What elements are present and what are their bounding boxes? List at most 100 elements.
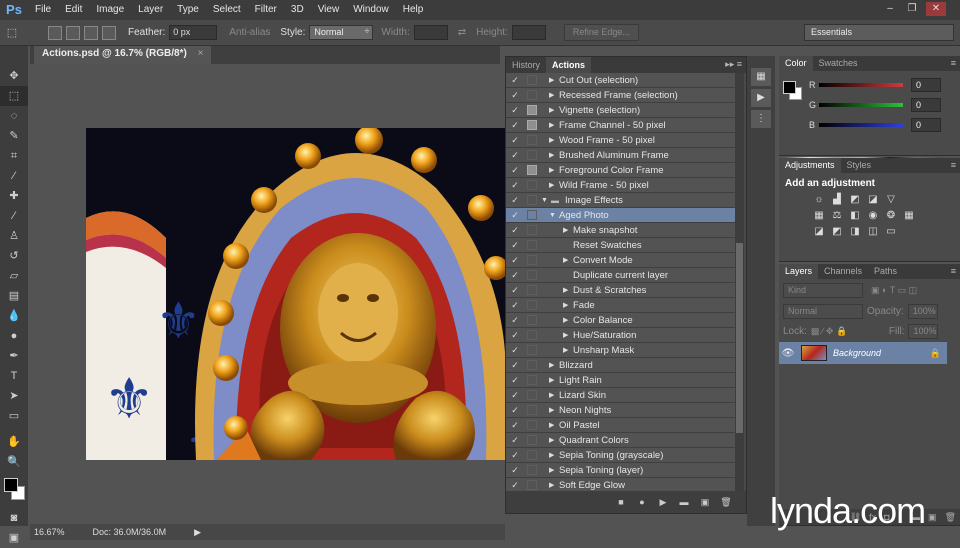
collapsed-triangle-icon[interactable]: ▶ [549,151,559,159]
action-row[interactable]: ✓ ▶ Recessed Frame (selection) [506,88,736,103]
menu-window[interactable]: Window [346,0,396,20]
new-layer-icon[interactable]: ▣ [928,512,937,523]
opacity-input[interactable]: 100% [907,303,938,319]
collapsed-triangle-icon[interactable]: ▶ [563,301,573,309]
dialog-toggle-icon[interactable] [527,360,537,370]
close-button[interactable]: ✕ [926,2,946,16]
filter-kind-select[interactable]: Kind [783,282,863,298]
exposure-icon[interactable]: ◪ [867,194,879,206]
menu-layer[interactable]: Layer [131,0,170,20]
play-icon[interactable]: ▶ [657,496,669,508]
style-select[interactable]: Normal [309,25,374,40]
eyedropper-tool-icon[interactable]: ⁄ [0,166,28,186]
collapsed-triangle-icon[interactable]: ▶ [549,166,559,174]
toggle-item-checkmark-icon[interactable]: ✓ [509,270,521,281]
selective-color-icon[interactable]: ▭ [885,226,897,238]
tab-styles[interactable]: Styles [841,158,878,173]
action-row[interactable]: ✓ ▶ Frame Channel - 50 pixel [506,118,736,133]
dialog-toggle-icon[interactable] [527,345,537,355]
dialog-toggle-icon[interactable] [527,465,537,475]
workspace-select[interactable]: Essentials [804,24,954,41]
dialog-toggle-icon[interactable] [527,255,537,265]
hand-tool-icon[interactable]: ✋ [0,432,28,452]
restore-button[interactable]: ❐ [902,2,922,16]
quick-mask-icon[interactable]: ◙ [0,508,28,528]
panel-menu-icon[interactable]: ▸▸ ≡ [725,59,742,70]
tab-actions[interactable]: Actions [546,57,592,73]
toggle-item-checkmark-icon[interactable]: ✓ [509,285,521,296]
collapsed-triangle-icon[interactable]: ▶ [563,331,573,339]
action-row[interactable]: ✓ ▶ Wood Frame - 50 pixel [506,133,736,148]
dialog-toggle-icon[interactable] [527,435,537,445]
brush-tool-icon[interactable]: ∕ [0,206,28,226]
type-tool-icon[interactable]: T [0,366,28,386]
action-row[interactable]: ✓ ▶ Convert Mode [506,253,736,268]
document-canvas[interactable]: ⚜ ⚜ ⚜ [86,128,506,460]
intersect-selection-icon[interactable] [102,25,116,40]
color-foreground-swatch[interactable] [783,81,796,94]
add-selection-icon[interactable] [66,25,80,40]
levels-icon[interactable]: ▟ [831,194,843,206]
dialog-toggle-icon[interactable] [527,420,537,430]
history-panel-icon[interactable]: ▦ [751,68,771,86]
rectangle-tool-icon[interactable]: ▭ [0,406,28,426]
toggle-item-checkmark-icon[interactable]: ✓ [509,195,521,206]
menu-filter[interactable]: Filter [248,0,284,20]
toggle-item-checkmark-icon[interactable]: ✓ [509,120,521,131]
toggle-item-checkmark-icon[interactable]: ✓ [509,315,521,326]
history-brush-tool-icon[interactable]: ↺ [0,246,28,266]
collapsed-triangle-icon[interactable]: ▶ [549,361,559,369]
marquee-tool-preset-icon[interactable]: ⬚ [0,23,24,43]
height-input[interactable] [511,25,546,40]
dialog-toggle-icon[interactable] [527,315,537,325]
zoom-tool-icon[interactable]: 🔍 [0,452,28,472]
tab-history[interactable]: History [506,57,546,73]
action-row[interactable]: ✓ ▶ Neon Nights [506,403,736,418]
gradient-tool-icon[interactable]: ▤ [0,286,28,306]
quick-selection-tool-icon[interactable]: ✎ [0,126,28,146]
collapsed-triangle-icon[interactable]: ▶ [563,226,573,234]
invert-icon[interactable]: ◪ [813,226,825,238]
toggle-item-checkmark-icon[interactable]: ✓ [509,300,521,311]
dialog-toggle-icon[interactable] [527,405,537,415]
action-row[interactable]: ✓ ▶ Make snapshot [506,223,736,238]
color-swatches[interactable] [0,472,28,508]
stop-icon[interactable]: ■ [615,496,627,508]
menu-edit[interactable]: Edit [58,0,89,20]
collapsed-triangle-icon[interactable]: ▶ [549,481,559,489]
tab-adjustments[interactable]: Adjustments [779,158,841,173]
action-row[interactable]: ✓ ▶ Sepia Toning (layer) [506,463,736,478]
toggle-item-checkmark-icon[interactable]: ✓ [509,225,521,236]
action-row[interactable]: ✓ ▶ Quadrant Colors [506,433,736,448]
layer-filter-icons[interactable]: ▣ ◐ T ▭ ◫ [871,285,917,296]
collapsed-triangle-icon[interactable]: ▶ [549,136,559,144]
status-menu-arrow-icon[interactable]: ▶ [194,527,201,538]
action-row[interactable]: ✓ ▶ Fade [506,298,736,313]
healing-brush-tool-icon[interactable]: ✚ [0,186,28,206]
black-white-icon[interactable]: ◧ [849,210,861,222]
action-row[interactable]: ✓ ▶ Vignette (selection) [506,103,736,118]
layers-panel-menu-icon[interactable]: ≡ [951,266,956,276]
color-lookup-icon[interactable]: ▦ [903,210,915,222]
collapsed-triangle-icon[interactable]: ▶ [549,91,559,99]
toggle-item-checkmark-icon[interactable]: ✓ [509,330,521,341]
clone-stamp-tool-icon[interactable]: ♙ [0,226,28,246]
dodge-tool-icon[interactable]: ● [0,326,28,346]
blue-slider[interactable] [819,123,903,127]
actions-panel-icon[interactable]: ▶ [751,89,771,107]
toggle-item-checkmark-icon[interactable]: ✓ [509,345,521,356]
menu-type[interactable]: Type [170,0,206,20]
menu-help[interactable]: Help [396,0,431,20]
toggle-item-checkmark-icon[interactable]: ✓ [509,450,521,461]
swap-icon[interactable]: ⇄ [458,27,466,38]
hue-saturation-icon[interactable]: ▦ [813,210,825,222]
red-input[interactable]: 0 [911,78,941,92]
gradient-map-icon[interactable]: ◫ [867,226,879,238]
action-row[interactable]: ✓ ▶ Unsharp Mask [506,343,736,358]
minimize-button[interactable]: – [880,2,900,16]
toggle-item-checkmark-icon[interactable]: ✓ [509,360,521,371]
expanded-triangle-icon[interactable]: ▼ [549,212,559,219]
move-tool-icon[interactable]: ✥ [0,66,28,86]
feather-input[interactable]: 0 px [169,25,218,40]
collapsed-triangle-icon[interactable]: ▶ [549,421,559,429]
